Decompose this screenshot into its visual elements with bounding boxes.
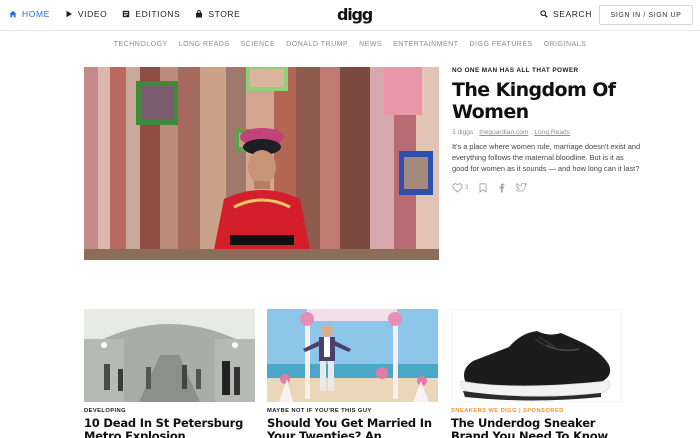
tag-link[interactable]: Long Reads bbox=[534, 129, 570, 136]
save-button[interactable] bbox=[479, 182, 487, 193]
story-card: SNEAKERS WE DIGG | SPONSORED The Underdo… bbox=[451, 309, 622, 438]
story-card: MAYBE NOT IF YOU'RE THIS GUY Should You … bbox=[267, 309, 438, 438]
story-card-kicker: SNEAKERS WE DIGG | SPONSORED bbox=[451, 408, 564, 414]
hero-headline[interactable]: The Kingdom Of Women bbox=[452, 79, 642, 123]
category-originals[interactable]: ORIGINALS bbox=[544, 41, 587, 48]
source-link[interactable]: theguardian.com bbox=[479, 129, 528, 136]
story-card-title[interactable]: Should You Get Married In Your Twenties?… bbox=[267, 417, 438, 438]
play-icon bbox=[65, 10, 73, 18]
digg-button-count: 3 bbox=[465, 184, 469, 191]
story-card-image[interactable] bbox=[451, 309, 622, 402]
story-card: DEVELOPING 10 Dead In St Petersburg Metr… bbox=[84, 309, 255, 438]
heart-icon bbox=[452, 182, 463, 193]
category-bar: TECHNOLOGY LONG READS SCIENCE DONALD TRU… bbox=[0, 41, 700, 48]
facebook-icon bbox=[498, 183, 505, 193]
digg-logo[interactable]: digg bbox=[337, 5, 373, 24]
hero-image[interactable] bbox=[84, 67, 439, 260]
search-button[interactable]: SEARCH bbox=[540, 9, 592, 19]
hero-story: NO ONE MAN HAS ALL THAT POWER The Kingdo… bbox=[452, 67, 642, 193]
nav-home-label: HOME bbox=[22, 9, 50, 19]
category-long-reads[interactable]: LONG READS bbox=[179, 41, 230, 48]
digg-count: 3 diggs bbox=[452, 129, 474, 136]
hero-kicker: NO ONE MAN HAS ALL THAT POWER bbox=[452, 67, 579, 74]
twitter-share-button[interactable] bbox=[516, 183, 528, 192]
store-bag-icon bbox=[195, 10, 203, 18]
nav-home[interactable]: HOME bbox=[9, 9, 50, 19]
nav-editions-label: EDITIONS bbox=[135, 9, 181, 19]
bookmark-icon bbox=[479, 182, 487, 193]
category-entertainment[interactable]: ENTERTAINMENT bbox=[393, 41, 458, 48]
digg-button[interactable]: 3 bbox=[452, 182, 469, 193]
main-nav: HOME VIDEO EDITIONS STORE bbox=[9, 9, 240, 19]
top-navigation-bar: HOME VIDEO EDITIONS STORE digg SEARCH SI… bbox=[0, 0, 700, 31]
nav-store-label: STORE bbox=[208, 9, 241, 19]
category-technology[interactable]: TECHNOLOGY bbox=[114, 41, 168, 48]
facebook-share-button[interactable] bbox=[498, 183, 505, 193]
category-science[interactable]: SCIENCE bbox=[241, 41, 276, 48]
category-news[interactable]: NEWS bbox=[359, 41, 382, 48]
home-icon bbox=[9, 10, 17, 18]
story-card-kicker: MAYBE NOT IF YOU'RE THIS GUY bbox=[267, 408, 372, 414]
nav-video-label: VIDEO bbox=[77, 9, 108, 19]
search-label: SEARCH bbox=[553, 9, 593, 19]
hero-meta: 3 diggs theguardian.com Long Reads bbox=[452, 129, 642, 136]
story-card-title[interactable]: 10 Dead In St Petersburg Metro Explosion bbox=[84, 417, 255, 438]
twitter-icon bbox=[516, 183, 528, 192]
story-card-kicker: DEVELOPING bbox=[84, 408, 127, 414]
nav-store[interactable]: STORE bbox=[195, 9, 240, 19]
category-digg-features[interactable]: DIGG FEATURES bbox=[470, 41, 533, 48]
story-card-image[interactable] bbox=[267, 309, 438, 402]
editions-icon bbox=[122, 10, 130, 18]
hero-description: It's a place where women rule, marriage … bbox=[452, 142, 641, 174]
nav-video[interactable]: VIDEO bbox=[65, 9, 107, 19]
category-donald-trump[interactable]: DONALD TRUMP bbox=[286, 41, 348, 48]
story-card-image[interactable] bbox=[84, 309, 255, 402]
story-actions: 3 bbox=[452, 182, 642, 193]
story-card-title[interactable]: The Underdog Sneaker Brand You Need To K… bbox=[451, 417, 622, 438]
nav-editions[interactable]: EDITIONS bbox=[122, 9, 180, 19]
search-icon bbox=[540, 10, 548, 18]
sign-in-button[interactable]: SIGN IN / SIGN UP bbox=[599, 5, 693, 25]
